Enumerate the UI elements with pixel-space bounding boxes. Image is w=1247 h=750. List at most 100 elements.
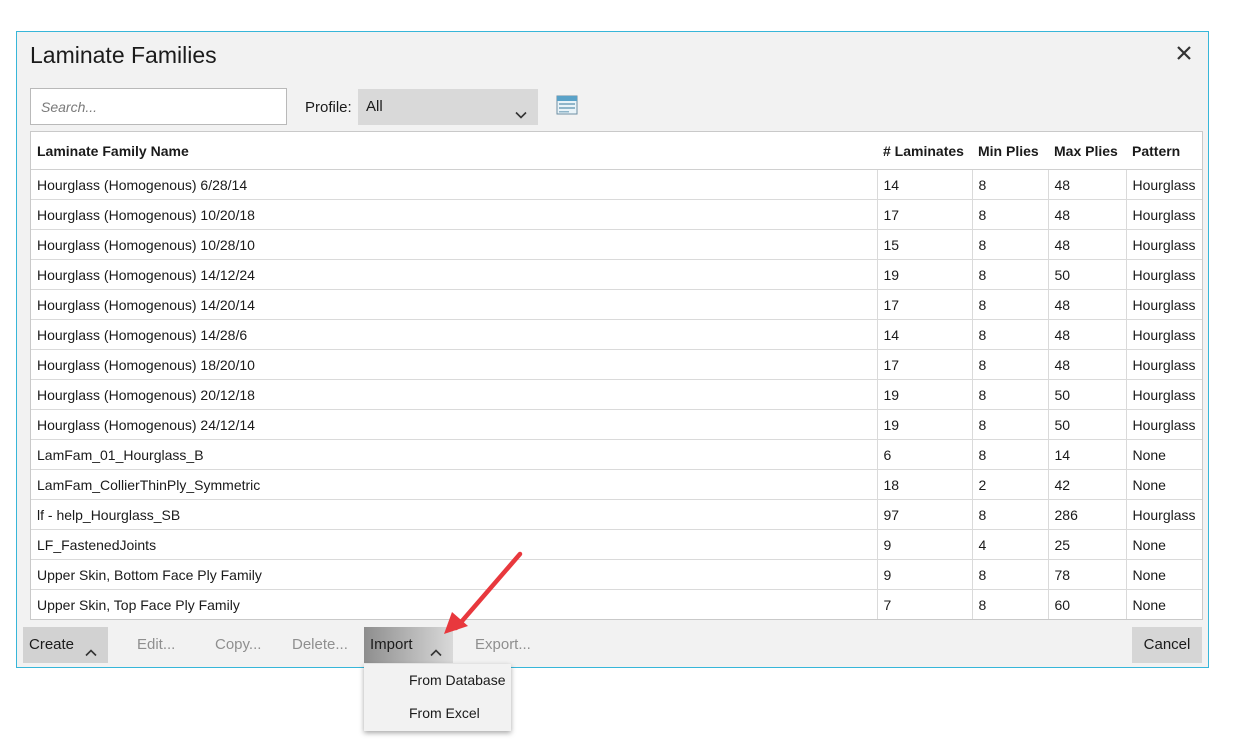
cell-pattern: Hourglass — [1125, 499, 1202, 530]
cell-max-plies: 78 — [1047, 559, 1126, 590]
cell-pattern: Hourglass — [1125, 379, 1202, 410]
table-row[interactable]: Hourglass (Homogenous) 18/20/10 17 8 48 Hour… — [31, 349, 1202, 380]
cell-laminates: 7 — [876, 589, 972, 619]
cell-max-plies: 50 — [1047, 379, 1126, 410]
copy-button[interactable]: Copy... — [209, 627, 267, 663]
table-row[interactable]: Upper Skin, Top Face Ply Family 7 8 60 None — [31, 589, 1202, 619]
cell-min-plies: 8 — [971, 499, 1048, 530]
table-view-icon[interactable] — [556, 95, 578, 115]
create-button-label: Create — [29, 636, 75, 653]
cell-min-plies: 2 — [971, 469, 1048, 500]
dialog-title: Laminate Families — [30, 42, 217, 68]
table-row[interactable]: LamFam_01_Hourglass_B 6 8 14 None — [31, 439, 1202, 470]
table-row[interactable]: Hourglass (Homogenous) 10/28/10 15 8 48 Hour… — [31, 229, 1202, 260]
column-header-laminates[interactable]: # Laminates — [877, 132, 972, 170]
cell-max-plies: 48 — [1047, 349, 1126, 380]
cell-max-plies: 48 — [1047, 319, 1126, 350]
profile-select[interactable]: All — [358, 89, 538, 125]
cell-name: Hourglass (Homogenous) 24/12/14 — [31, 409, 877, 440]
cell-pattern: Hourglass — [1125, 199, 1202, 230]
cell-laminates: 17 — [876, 289, 972, 320]
cell-max-plies: 60 — [1047, 589, 1126, 619]
cell-name: Hourglass (Homogenous) 18/20/10 — [31, 349, 877, 380]
profile-label: Profile: — [305, 99, 352, 116]
cell-max-plies: 48 — [1047, 199, 1126, 230]
cell-min-plies: 8 — [971, 229, 1048, 260]
cell-name: Hourglass (Homogenous) 10/20/18 — [31, 199, 877, 230]
cell-name: Hourglass (Homogenous) 14/12/24 — [31, 259, 877, 290]
cell-name: Hourglass (Homogenous) 20/12/18 — [31, 379, 877, 410]
cancel-button[interactable]: Cancel — [1132, 627, 1202, 663]
cell-laminates: 9 — [876, 559, 972, 590]
cell-name: LamFam_CollierThinPly_Symmetric — [31, 469, 877, 500]
cell-pattern: None — [1125, 439, 1202, 470]
cell-min-plies: 4 — [971, 529, 1048, 560]
cell-max-plies: 50 — [1047, 409, 1126, 440]
cell-name: LamFam_01_Hourglass_B — [31, 439, 877, 470]
cell-laminates: 19 — [876, 259, 972, 290]
cell-max-plies: 286 — [1047, 499, 1126, 530]
table-row[interactable]: Hourglass (Homogenous) 20/12/18 19 8 50 Hour… — [31, 379, 1202, 410]
cell-min-plies: 8 — [971, 349, 1048, 380]
cell-max-plies: 14 — [1047, 439, 1126, 470]
cell-name: Hourglass (Homogenous) 10/28/10 — [31, 229, 877, 260]
column-header-min-plies[interactable]: Min Plies — [972, 132, 1048, 170]
cell-pattern: Hourglass — [1125, 349, 1202, 380]
delete-button[interactable]: Delete... — [286, 627, 354, 663]
cell-name: Upper Skin, Top Face Ply Family — [31, 589, 877, 619]
cell-laminates: 17 — [876, 349, 972, 380]
cell-min-plies: 8 — [971, 319, 1048, 350]
cell-min-plies: 8 — [971, 169, 1048, 200]
column-header-pattern[interactable]: Pattern — [1126, 132, 1202, 170]
menu-item-from-database[interactable]: From Database — [364, 664, 511, 697]
cell-pattern: Hourglass — [1125, 319, 1202, 350]
cell-max-plies: 42 — [1047, 469, 1126, 500]
column-header-max-plies[interactable]: Max Plies — [1048, 132, 1126, 170]
close-icon[interactable] — [1174, 43, 1194, 63]
create-button[interactable]: Create — [23, 627, 108, 663]
cell-max-plies: 50 — [1047, 259, 1126, 290]
table-row[interactable]: Hourglass (Homogenous) 24/12/14 19 8 50 Hour… — [31, 409, 1202, 440]
menu-item-from-excel[interactable]: From Excel — [364, 697, 511, 730]
table-row[interactable]: LF_FastenedJoints 9 4 25 None — [31, 529, 1202, 560]
table-row[interactable]: LamFam_CollierThinPly_Symmetric 18 2 42 None — [31, 469, 1202, 500]
cell-min-plies: 8 — [971, 289, 1048, 320]
profile-select-value: All — [366, 98, 383, 115]
import-button-label: Import — [370, 636, 413, 653]
table-row[interactable]: lf - help_Hourglass_SB 97 8 286 Hourglass — [31, 499, 1202, 530]
cell-pattern: None — [1125, 469, 1202, 500]
cell-pattern: Hourglass — [1125, 259, 1202, 290]
edit-button[interactable]: Edit... — [131, 627, 181, 663]
cell-name: Hourglass (Homogenous) 14/20/14 — [31, 289, 877, 320]
cell-laminates: 19 — [876, 379, 972, 410]
cell-laminates: 14 — [876, 169, 972, 200]
cell-laminates: 6 — [876, 439, 972, 470]
cell-name: LF_FastenedJoints — [31, 529, 877, 560]
table-row[interactable]: Upper Skin, Bottom Face Ply Family 9 8 78 No… — [31, 559, 1202, 590]
search-input[interactable] — [30, 88, 287, 125]
cell-laminates: 19 — [876, 409, 972, 440]
import-dropdown-menu: From Database From Excel — [364, 664, 511, 731]
import-button[interactable]: Import — [364, 627, 453, 663]
laminate-families-dialog: Laminate Families Profile: All Laminate … — [16, 31, 1209, 668]
cell-laminates: 14 — [876, 319, 972, 350]
table-row[interactable]: Hourglass (Homogenous) 10/20/18 17 8 48 Hour… — [31, 199, 1202, 230]
table-row[interactable]: Hourglass (Homogenous) 14/20/14 17 8 48 Hour… — [31, 289, 1202, 320]
cell-min-plies: 8 — [971, 589, 1048, 619]
column-header-name[interactable]: Laminate Family Name — [31, 132, 877, 170]
table-row[interactable]: Hourglass (Homogenous) 14/12/24 19 8 50 Hour… — [31, 259, 1202, 290]
cell-name: lf - help_Hourglass_SB — [31, 499, 877, 530]
export-button[interactable]: Export... — [469, 627, 537, 663]
cell-min-plies: 8 — [971, 379, 1048, 410]
cell-pattern: None — [1125, 589, 1202, 619]
cell-max-plies: 48 — [1047, 169, 1126, 200]
table-header-row: Laminate Family Name # Laminates Min Pli… — [31, 132, 1202, 170]
cell-max-plies: 25 — [1047, 529, 1126, 560]
cell-min-plies: 8 — [971, 559, 1048, 590]
cell-min-plies: 8 — [971, 199, 1048, 230]
cell-max-plies: 48 — [1047, 289, 1126, 320]
cell-min-plies: 8 — [971, 409, 1048, 440]
table-row[interactable]: Hourglass (Homogenous) 14/28/6 14 8 48 Hourg… — [31, 319, 1202, 350]
cell-min-plies: 8 — [971, 259, 1048, 290]
table-row[interactable]: Hourglass (Homogenous) 6/28/14 14 8 48 Hourg… — [31, 169, 1202, 200]
